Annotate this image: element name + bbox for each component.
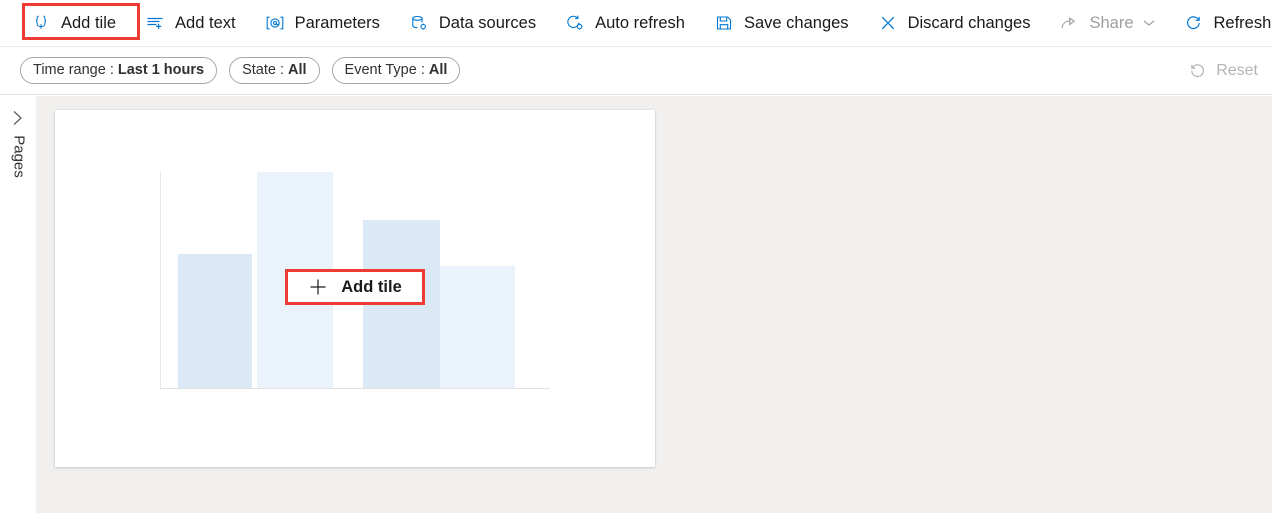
toolbar-button-refresh[interactable]: Refresh bbox=[1175, 7, 1272, 39]
toolbar-button-save-changes[interactable]: Save changes bbox=[705, 7, 859, 39]
toolbar-button-label: Parameters bbox=[294, 14, 380, 32]
toolbar-button-label: Add text bbox=[175, 14, 236, 32]
dashboard-editor: Add tile Add text Parameters Data source… bbox=[0, 0, 1272, 513]
toolbar-button-label: Discard changes bbox=[907, 14, 1031, 32]
chart-bar bbox=[440, 266, 515, 388]
add-tile-center-button[interactable]: Add tile bbox=[285, 269, 425, 305]
undo-icon bbox=[1186, 61, 1208, 81]
filter-pill-key: State : bbox=[242, 62, 284, 78]
toolbar-button-label: Share bbox=[1089, 14, 1134, 32]
toolbar-button-discard-changes[interactable]: Discard changes bbox=[869, 7, 1041, 39]
filter-pill-value: All bbox=[428, 62, 448, 78]
auto-refresh-icon bbox=[564, 13, 586, 33]
plus-icon bbox=[308, 277, 328, 297]
parameters-icon bbox=[264, 13, 286, 33]
main-toolbar: Add tile Add text Parameters Data source… bbox=[0, 0, 1272, 47]
chart-y-axis bbox=[160, 172, 161, 388]
reset-filters-button[interactable]: Reset bbox=[1180, 57, 1264, 85]
filter-pill-value: Last 1 hours bbox=[117, 62, 205, 78]
refresh-icon bbox=[1183, 13, 1205, 33]
filter-pill-value: All bbox=[288, 62, 307, 78]
add-text-icon bbox=[144, 13, 166, 33]
pages-rail-label: Pages bbox=[10, 135, 28, 178]
filter-pill-key: Event Type : bbox=[344, 62, 425, 78]
toolbar-button-data-sources[interactable]: Data sources bbox=[400, 7, 546, 39]
chart-bar bbox=[178, 254, 252, 388]
toolbar-button-add-text[interactable]: Add text bbox=[136, 7, 246, 39]
share-icon bbox=[1058, 13, 1080, 33]
data-sources-icon bbox=[408, 13, 430, 33]
empty-tile-card[interactable]: Add tile bbox=[55, 110, 655, 467]
chart-x-axis bbox=[160, 388, 550, 389]
toolbar-button-label: Save changes bbox=[743, 14, 849, 32]
toolbar-button-label: Auto refresh bbox=[595, 14, 685, 32]
toolbar-button-auto-refresh[interactable]: Auto refresh bbox=[556, 7, 695, 39]
toolbar-button-add-tile[interactable]: Add tile bbox=[22, 7, 126, 39]
toolbar-button-label: Data sources bbox=[438, 14, 537, 32]
toolbar-button-share[interactable]: Share bbox=[1050, 7, 1164, 39]
dashboard-canvas: Add tile bbox=[36, 96, 1272, 513]
filter-pill-time-range[interactable]: Time range : Last 1 hours bbox=[20, 57, 218, 84]
filter-pill-event-type[interactable]: Event Type : All bbox=[331, 57, 461, 84]
toolbar-button-parameters[interactable]: Parameters bbox=[256, 7, 390, 39]
close-icon bbox=[877, 13, 899, 33]
toolbar-button-label: Refresh bbox=[1213, 14, 1272, 32]
reset-label: Reset bbox=[1216, 62, 1258, 79]
filter-pill-key: Time range : bbox=[33, 62, 114, 78]
pages-rail[interactable]: Pages bbox=[0, 96, 36, 513]
add-tile-icon bbox=[30, 13, 52, 33]
toolbar-button-label: Add tile bbox=[61, 14, 117, 32]
filter-bar: Time range : Last 1 hours State : All Ev… bbox=[0, 47, 1272, 95]
save-icon bbox=[713, 13, 735, 33]
chevron-down-icon bbox=[1143, 19, 1155, 27]
add-tile-center-label: Add tile bbox=[341, 277, 402, 296]
filter-pill-state[interactable]: State : All bbox=[229, 57, 320, 84]
